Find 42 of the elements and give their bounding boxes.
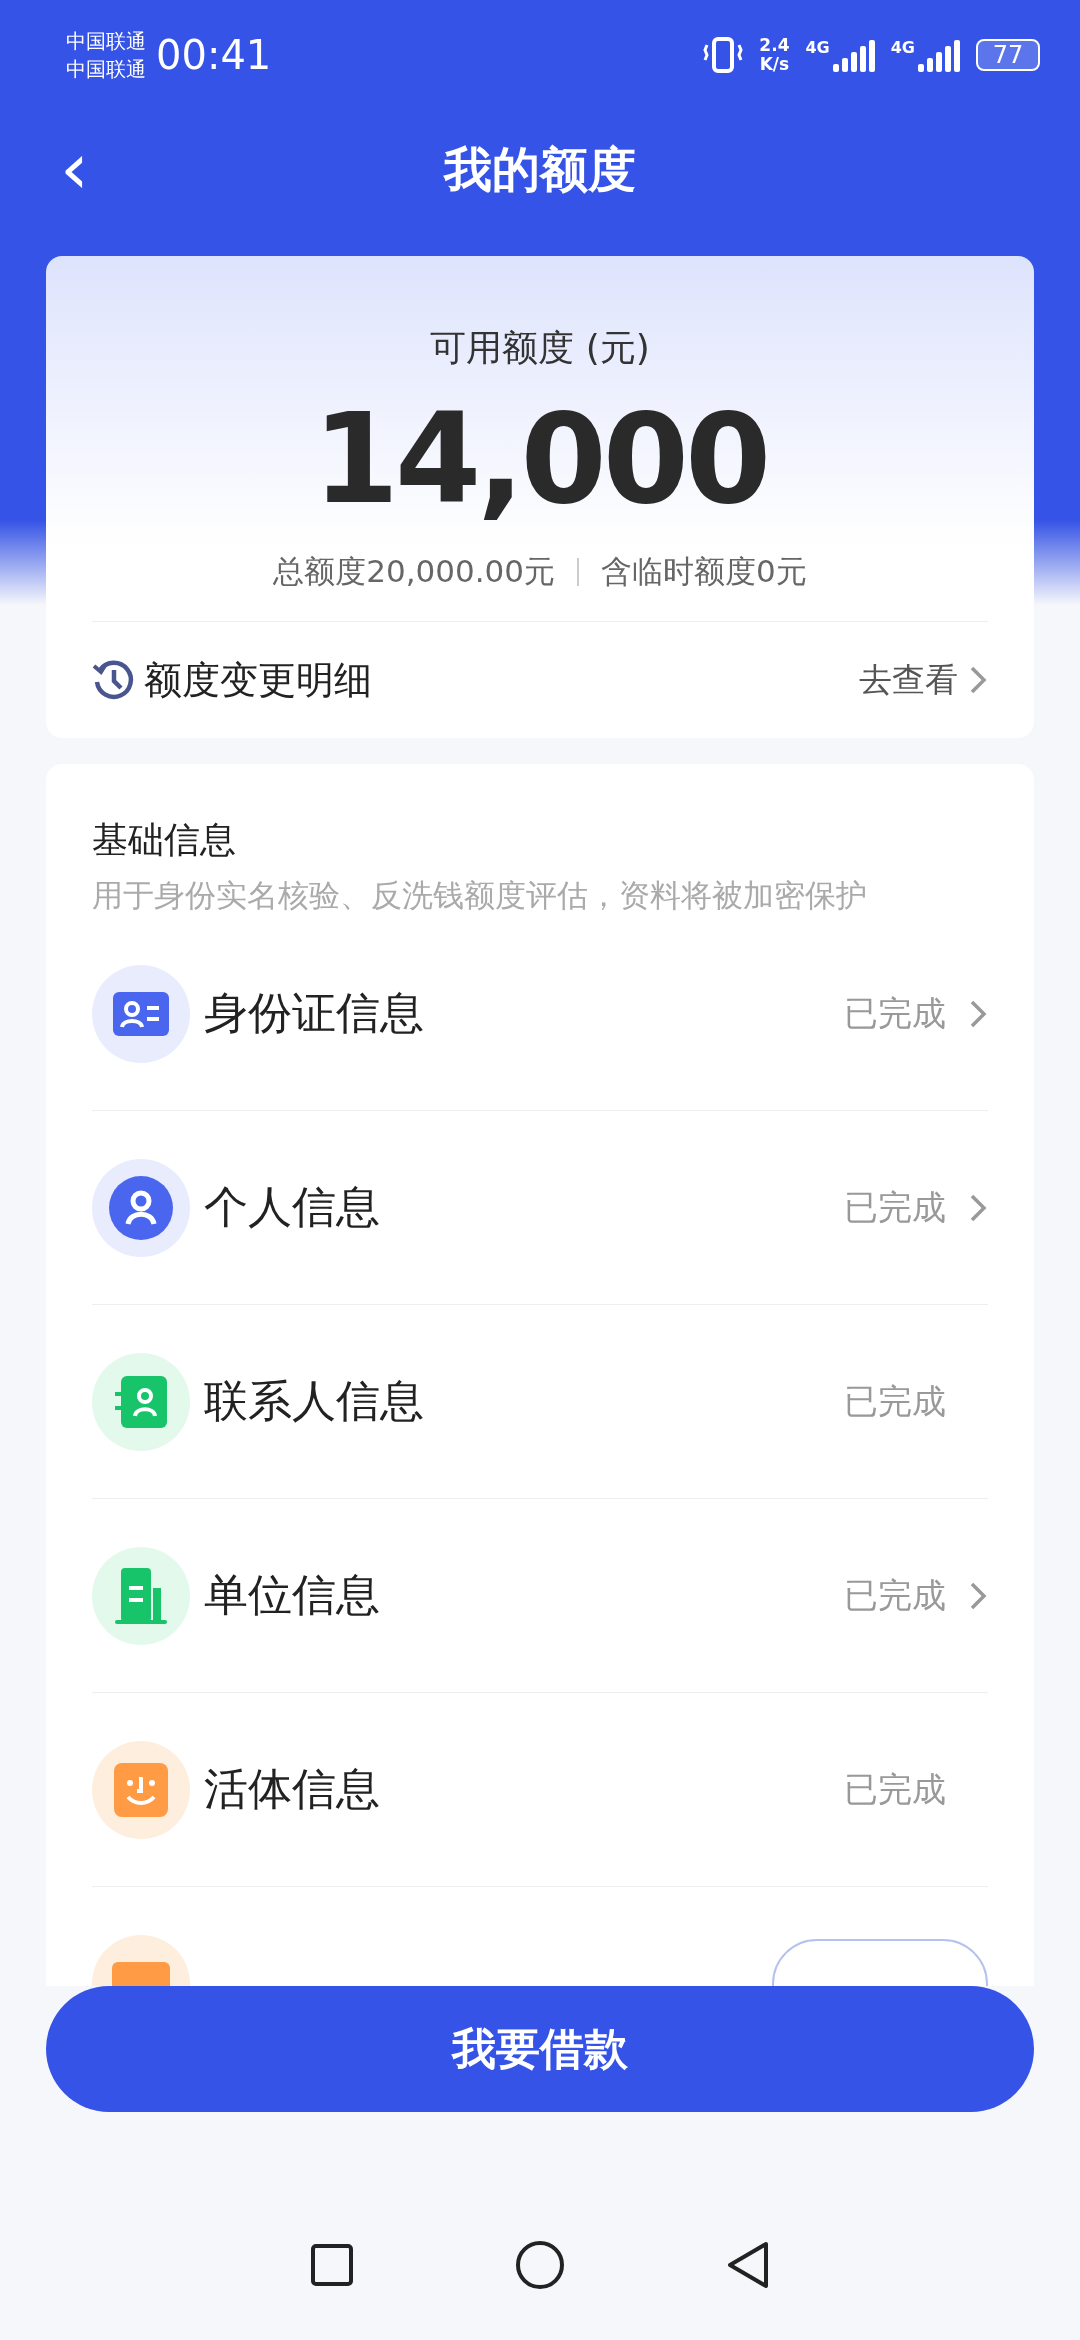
back-button[interactable]: ‹ — [50, 132, 99, 204]
view-link[interactable]: 去查看 — [859, 657, 988, 703]
info-item-label[interactable]: 身份证信息 — [204, 984, 844, 1043]
available-quota-amount: 14,000 — [312, 386, 768, 533]
total-quota: 总额度20,000.00元 — [273, 552, 555, 591]
page-title: 我的额度 — [444, 140, 636, 199]
home-icon[interactable] — [515, 2240, 565, 2290]
completion-status: 已完成 — [844, 1185, 946, 1229]
network-type: 4G — [805, 38, 830, 57]
section-title: 基础信息 — [92, 818, 237, 862]
quota-change-detail-label: 额度变更明细 — [144, 656, 373, 704]
info-item-label[interactable]: 活体信息 — [204, 1760, 844, 1819]
id-card-icon — [113, 991, 169, 1036]
person-icon — [109, 1175, 173, 1240]
signal-icon — [832, 38, 877, 72]
clock-time: 00:41 — [156, 32, 272, 78]
battery-level: 77 — [976, 39, 1040, 71]
building-icon — [115, 1567, 167, 1624]
temporary-quota: 含临时额度0元 — [601, 552, 807, 591]
face-icon — [114, 1762, 168, 1817]
info-item-label[interactable]: 联系人信息 — [204, 1372, 844, 1431]
borrow-button[interactable]: 我要借款 — [46, 1986, 1034, 2112]
info-item-label[interactable]: 单位信息 — [204, 1566, 844, 1625]
contact-book-icon — [113, 1375, 169, 1428]
recents-icon[interactable] — [310, 2243, 355, 2287]
network-speed: 2.4 — [759, 36, 790, 55]
completion-status: 已完成 — [844, 1379, 946, 1423]
signal-icon — [918, 38, 962, 72]
carrier-name: 中国联通 — [66, 28, 146, 55]
back-icon[interactable] — [725, 2240, 770, 2290]
carrier-name: 中国联通 — [66, 56, 146, 83]
history-icon — [92, 658, 136, 702]
completion-status: 已完成 — [844, 991, 946, 1035]
info-item-label[interactable]: 个人信息 — [204, 1178, 844, 1237]
section-description: 用于身份实名核验、反洗钱额度评估，资料将被加密保护 — [92, 876, 868, 915]
vibrate-icon — [703, 37, 744, 73]
available-quota-label: 可用额度 (元) — [430, 326, 650, 370]
network-type: 4G — [890, 38, 915, 57]
completion-status: 已完成 — [844, 1573, 946, 1617]
completion-status: 已完成 — [844, 1767, 946, 1811]
chevron-icon — [968, 664, 988, 696]
network-speed: K/s — [759, 55, 790, 74]
